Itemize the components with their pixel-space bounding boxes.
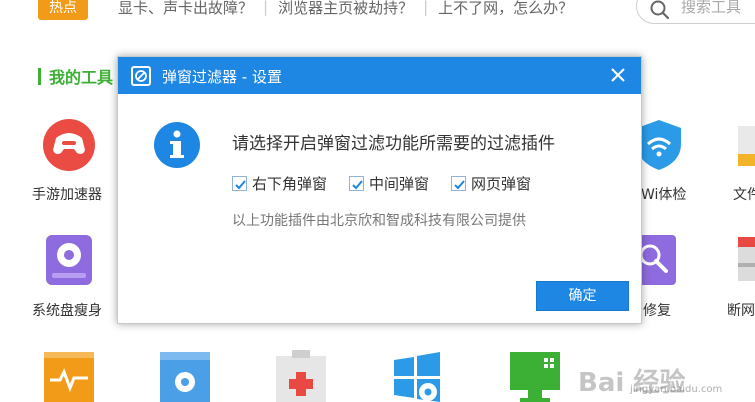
ok-button[interactable]: 确定	[536, 281, 629, 311]
checkbox-webpage-popup[interactable]	[451, 176, 467, 191]
heartbeat-box-icon	[44, 352, 94, 402]
provider-note: 以上功能插件由北京欣和智成科技有限公司提供	[232, 213, 526, 229]
option-center-popup[interactable]: 中间弹窗	[349, 173, 429, 194]
divider: |	[263, 0, 269, 16]
option-bottom-right-popup[interactable]: 右下角弹窗	[232, 173, 327, 194]
search-input[interactable]	[681, 0, 755, 17]
tool-label: Wi体检	[641, 187, 687, 203]
section-title: 我的工具	[38, 66, 114, 87]
network-icon	[738, 237, 755, 281]
hot-link-driver[interactable]: 显卡、声卡出故障？	[118, 0, 253, 18]
search-icon[interactable]	[649, 0, 671, 21]
gamepad-accelerator-icon	[43, 119, 95, 171]
dialog-header[interactable]: 弹窗过滤器 - 设置	[118, 57, 641, 94]
folder-icon	[738, 126, 755, 166]
checkmark-icon	[352, 180, 363, 190]
close-icon[interactable]	[609, 66, 627, 84]
divider: |	[423, 0, 429, 16]
dialog-title: 弹窗过滤器 - 设置	[162, 68, 282, 86]
section-title-text: 我的工具	[49, 68, 114, 87]
option-label: 右下角弹窗	[252, 175, 328, 193]
popup-filter-icon	[131, 66, 151, 86]
tool-label: 修复	[643, 303, 671, 319]
checkmark-icon	[235, 180, 246, 190]
search-box[interactable]	[636, 0, 755, 24]
hot-links: 显卡、声卡出故障？ | 浏览器主页被劫持？ | 上不了网，怎么办？	[118, 0, 573, 20]
option-webpage-popup[interactable]: 网页弹窗	[451, 173, 531, 194]
filter-options: 右下角弹窗 中间弹窗 网页弹窗	[232, 173, 553, 194]
first-aid-kit-icon	[276, 350, 326, 402]
dialog-message: 请选择开启弹窗过滤功能所需要的过滤插件	[232, 134, 555, 154]
watermark-url: jingyan.baidu.com	[630, 384, 723, 395]
disk-slim-icon	[46, 235, 92, 285]
windows-gear-icon	[394, 352, 440, 402]
section-accent-bar	[38, 67, 41, 85]
tool-label: 手游加速器	[32, 187, 102, 203]
tool-label: 系统盘瘦身	[32, 303, 102, 319]
option-label: 中间弹窗	[369, 175, 430, 193]
checkbox-bottom-right-popup[interactable]	[232, 176, 247, 191]
hot-badge: 热点	[38, 0, 88, 20]
page: 热点 显卡、声卡出故障？ | 浏览器主页被劫持？ | 上不了网，怎么办？ 我的工…	[0, 0, 755, 402]
tool-label: 文件	[733, 187, 755, 203]
popup-filter-dialog: 弹窗过滤器 - 设置 请选择开启弹窗过滤功能所需要的过滤插件 右下角弹窗 中间弹…	[117, 56, 642, 324]
checkbox-center-popup[interactable]	[349, 176, 365, 191]
info-icon	[154, 122, 200, 168]
checkmark-icon	[454, 180, 465, 190]
option-label: 网页弹窗	[471, 175, 532, 193]
hot-link-no-internet[interactable]: 上不了网，怎么办？	[438, 0, 573, 18]
hot-link-browser-hijack[interactable]: 浏览器主页被劫持？	[278, 0, 413, 18]
window-gear-icon	[160, 352, 210, 402]
tool-label: 断网	[727, 303, 755, 319]
monitor-icon	[510, 352, 560, 402]
